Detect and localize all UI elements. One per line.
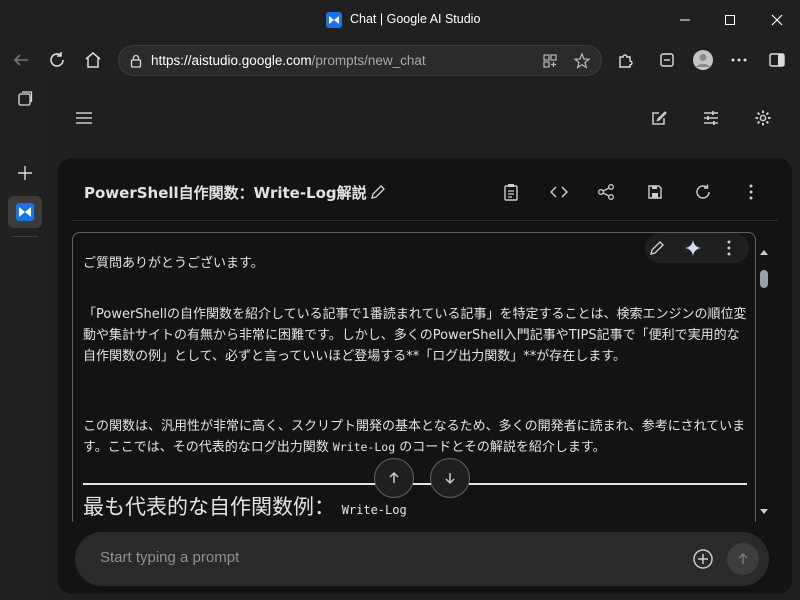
collections-icon[interactable]	[656, 49, 678, 71]
horizontal-rule	[83, 483, 747, 485]
send-arrow-icon	[738, 552, 748, 564]
tab-divider	[12, 236, 38, 237]
add-media-plus-icon[interactable]	[691, 547, 715, 571]
run-send-button[interactable]	[727, 543, 759, 575]
site-info-lock-icon[interactable]	[128, 53, 144, 73]
favorite-star-icon[interactable]	[573, 52, 591, 70]
reset-refresh-icon[interactable]	[693, 182, 713, 202]
window-titlebar: Chat | Google AI Studio	[0, 0, 800, 40]
response-paragraph-1: ご質問ありがとうございます。	[83, 256, 264, 271]
vertical-tab-bar	[0, 80, 48, 600]
chat-title: PowerShell自作関数：Write-Log解説	[84, 184, 367, 202]
response-paragraph-2: 「PowerShellの自作関数を紹介している記事で1番読まれている記事」を特定…	[83, 307, 747, 364]
profile-avatar-icon[interactable]	[692, 49, 714, 71]
maximize-button[interactable]	[707, 6, 753, 34]
ai-studio-icon	[326, 12, 342, 28]
clipboard-icon[interactable]	[501, 182, 521, 202]
minimize-button[interactable]	[662, 6, 708, 34]
inline-code: Write-Log	[332, 440, 396, 454]
sidebar-toggle-icon[interactable]	[766, 49, 788, 71]
get-code-icon[interactable]	[549, 182, 569, 202]
new-tab-plus-icon[interactable]	[14, 162, 36, 184]
hamburger-menu-icon[interactable]	[73, 107, 95, 129]
home-icon[interactable]	[82, 49, 104, 71]
ai-studio-app: PowerShell自作関数：Write-Log解説 ご質問ありがとうございます…	[52, 80, 800, 600]
arrow-down-icon	[445, 473, 455, 485]
tab-actions-icon[interactable]	[14, 88, 36, 110]
scroll-to-next-button[interactable]	[430, 458, 470, 498]
arrow-up-icon	[389, 471, 399, 483]
more-options-icon[interactable]	[741, 182, 761, 202]
prompt-input[interactable]: Start typing a prompt	[75, 532, 769, 586]
scroll-up-arrow-icon[interactable]	[758, 242, 770, 255]
new-chat-edit-icon[interactable]	[648, 107, 670, 129]
window-title: Chat | Google AI Studio	[350, 12, 481, 26]
save-icon[interactable]	[645, 182, 665, 202]
ai-studio-tab-icon	[16, 203, 34, 221]
run-settings-tune-icon[interactable]	[700, 107, 722, 129]
address-bar[interactable]: https://aistudio.google.com/prompts/new_…	[118, 45, 602, 76]
app-available-icon[interactable]	[541, 52, 559, 70]
close-window-button[interactable]	[754, 6, 800, 34]
response-paragraph-3: この関数は、汎用性が非常に高く、スクリプト開発の基本となるため、多くの開発者に読…	[83, 419, 746, 455]
header-divider	[72, 220, 778, 221]
prompt-placeholder: Start typing a prompt	[100, 549, 240, 566]
scroll-to-previous-button[interactable]	[374, 458, 414, 498]
section-heading: 最も代表的な自作関数例： Write-Log	[83, 495, 407, 519]
url-text: https://aistudio.google.com/prompts/new_…	[151, 53, 426, 68]
extensions-icon[interactable]	[614, 49, 636, 71]
scroll-down-arrow-icon[interactable]	[758, 502, 770, 514]
back-arrow-icon[interactable]	[10, 49, 32, 71]
heading-code: Write-Log	[341, 503, 407, 517]
edit-title-pencil-icon[interactable]	[368, 182, 388, 202]
tab-ai-studio[interactable]	[8, 196, 42, 228]
more-menu-icon[interactable]	[728, 49, 750, 71]
refresh-icon[interactable]	[46, 49, 68, 71]
share-icon[interactable]	[596, 182, 616, 202]
chat-panel: PowerShell自作関数：Write-Log解説 ご質問ありがとうございます…	[58, 158, 792, 594]
scrollbar-thumb[interactable]	[760, 270, 768, 288]
model-response: ご質問ありがとうございます。 「PowerShellの自作関数を紹介している記事…	[72, 232, 756, 522]
settings-gear-icon[interactable]	[752, 107, 774, 129]
